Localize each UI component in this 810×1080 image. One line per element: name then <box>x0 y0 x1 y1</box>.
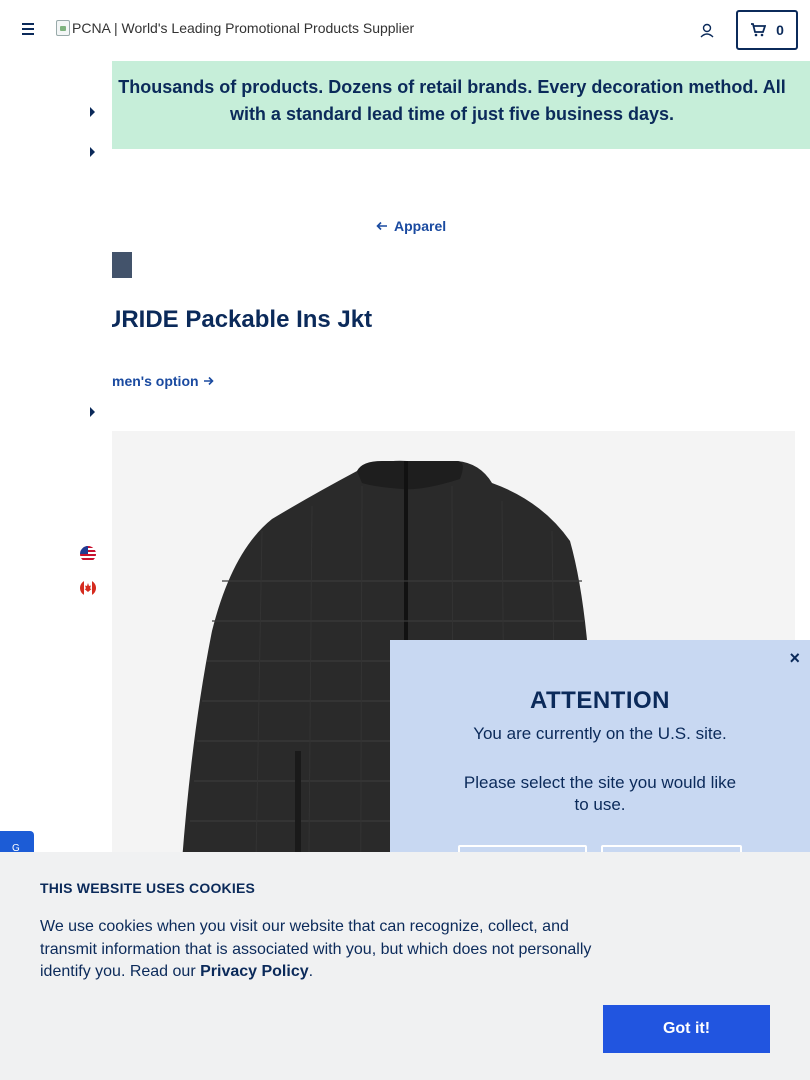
product-title: URIDE Packable Ins Jkt <box>104 306 373 333</box>
back-link-label: Apparel <box>394 218 447 234</box>
cookie-body-suffix: . <box>308 963 314 980</box>
privacy-policy-link[interactable]: Privacy Policy <box>200 963 309 980</box>
arrow-left-icon <box>376 221 387 231</box>
tag-label: ry <box>92 257 97 272</box>
site-header: PCNA | World's Leading Promotional Produ… <box>0 0 810 61</box>
site-logo[interactable]: PCNA | World's Leading Promotional Produ… <box>56 20 414 36</box>
hamburger-menu-icon[interactable] <box>18 20 38 40</box>
cart-button[interactable]: 0 <box>736 10 798 50</box>
logo-alt-text: PCNA | World's Leading Promotional Produ… <box>72 20 415 36</box>
promo-clip <box>0 61 112 149</box>
caret-right-icon[interactable] <box>90 147 95 157</box>
caret-right-icon[interactable] <box>90 107 95 117</box>
alternate-option-link[interactable]: men's option <box>112 373 214 389</box>
back-to-category-link[interactable]: Apparel <box>376 218 446 234</box>
modal-prompt: Please select the site you would like to… <box>463 773 737 814</box>
cart-icon <box>751 23 767 37</box>
us-flag-icon[interactable] <box>80 546 96 562</box>
close-icon[interactable]: × <box>789 648 800 669</box>
account-icon[interactable] <box>699 22 717 40</box>
cookie-body-text: We use cookies when you visit our websit… <box>40 918 592 980</box>
cookie-banner: THIS WEBSITE USES COOKIES We use cookies… <box>0 852 810 1080</box>
promo-text: Thousands of products. Dozens of retail … <box>118 77 786 124</box>
caret-right-icon[interactable] <box>90 407 95 417</box>
modal-title: ATTENTION <box>529 687 671 714</box>
cookie-body: We use cookies when you visit our websit… <box>40 916 600 984</box>
modal-message: You are currently on the U.S. site. <box>473 724 727 743</box>
option-link-label: men's option <box>112 373 199 389</box>
broken-image-icon <box>56 20 70 36</box>
cookie-title: THIS WEBSITE USES COOKIES <box>40 880 256 896</box>
cart-count: 0 <box>776 22 784 38</box>
accept-cookies-button[interactable]: Got it! <box>603 1005 770 1053</box>
arrow-right-icon <box>203 376 214 386</box>
product-category-tag: ry <box>92 252 132 278</box>
promo-banner: Thousands of products. Dozens of retail … <box>112 61 810 149</box>
canada-flag-icon[interactable] <box>80 580 96 596</box>
